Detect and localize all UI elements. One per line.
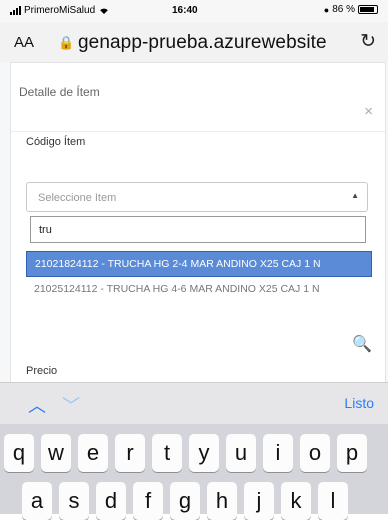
chevron-up-icon[interactable]: ▲ <box>351 191 359 200</box>
key-r[interactable]: r <box>115 434 145 472</box>
key-t[interactable]: t <box>152 434 182 472</box>
url-text[interactable]: genapp-prueba.azurewebsite <box>78 32 327 54</box>
key-u[interactable]: u <box>226 434 256 472</box>
modal-title: Detalle de Ítem <box>19 85 100 99</box>
key-d[interactable]: d <box>96 482 126 520</box>
chevron-down-icon[interactable]: ﹀ <box>62 392 80 418</box>
battery-percent: 86 % <box>332 4 355 15</box>
battery-icon <box>358 5 378 14</box>
done-button[interactable]: Listo <box>344 395 374 411</box>
keyboard: qwertyuiop asdfghjkl <box>0 424 388 520</box>
moon-icon: ● <box>323 4 330 15</box>
modal-divider <box>11 131 385 132</box>
keyboard-row-1: qwertyuiop <box>4 434 367 472</box>
item-search-input[interactable] <box>30 216 366 243</box>
carrier-group: PrimeroMiSalud <box>10 5 110 16</box>
key-s[interactable]: s <box>59 482 89 520</box>
browser-url-bar[interactable]: AA 🔒 genapp-prueba.azurewebsite ↻ <box>0 22 388 63</box>
key-l[interactable]: l <box>318 482 348 520</box>
battery-level <box>360 7 374 12</box>
status-bar: PrimeroMiSalud 16:40 ● 86 % <box>0 0 388 22</box>
wifi-icon <box>100 8 108 14</box>
key-e[interactable]: e <box>78 434 108 472</box>
key-q[interactable]: q <box>4 434 34 472</box>
close-icon[interactable]: × <box>364 103 373 120</box>
carrier-name: PrimeroMiSalud <box>24 5 96 16</box>
keyboard-row-2: asdfghjkl <box>22 482 348 520</box>
key-j[interactable]: j <box>244 482 274 520</box>
key-g[interactable]: g <box>170 482 200 520</box>
item-option[interactable]: 21025124112 - TRUCHA HG 4-6 MAR ANDINO X… <box>26 277 372 301</box>
key-k[interactable]: k <box>281 482 311 520</box>
keyboard-accessory-bar: ︿ ﹀ Listo <box>0 382 388 425</box>
precio-label: Precio <box>26 365 58 377</box>
signal-icon <box>10 6 21 15</box>
reader-settings-button[interactable]: AA <box>14 34 34 51</box>
key-f[interactable]: f <box>133 482 163 520</box>
key-w[interactable]: w <box>41 434 71 472</box>
key-y[interactable]: y <box>189 434 219 472</box>
item-options-list: 21021824112 - TRUCHA HG 2-4 MAR ANDINO X… <box>26 251 372 301</box>
key-h[interactable]: h <box>207 482 237 520</box>
clock-time: 16:40 <box>172 5 198 16</box>
page-content: Detalle de Ítem × Código Ítem Seleccione… <box>0 62 388 382</box>
key-p[interactable]: p <box>337 434 367 472</box>
item-option[interactable]: 21021824112 - TRUCHA HG 2-4 MAR ANDINO X… <box>26 251 372 277</box>
key-o[interactable]: o <box>300 434 330 472</box>
key-a[interactable]: a <box>22 482 52 520</box>
item-select[interactable]: Seleccione Item ▲ <box>26 182 368 212</box>
codigo-item-label: Código Ítem <box>26 136 86 148</box>
chevron-up-icon[interactable]: ︿ <box>28 392 46 418</box>
reload-icon[interactable]: ↻ <box>360 30 376 53</box>
lock-icon: 🔒 <box>58 35 75 50</box>
magnifier-cursor-icon: 🔍 <box>352 336 372 353</box>
select-placeholder: Seleccione Item <box>38 192 117 204</box>
key-i[interactable]: i <box>263 434 293 472</box>
battery-group: ● 86 % <box>324 4 378 15</box>
